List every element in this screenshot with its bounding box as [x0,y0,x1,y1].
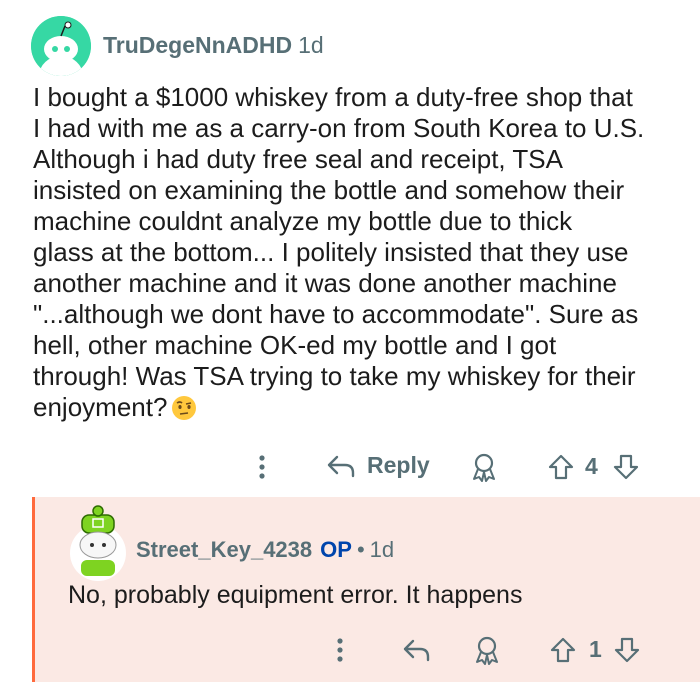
comment-meta: TruDegeNnADHD 1d [103,31,324,59]
reply-comment: Street_Key_4238 OP • 1d No, probably equipm… [32,497,700,682]
more-options-button[interactable] [258,454,266,480]
reply-arrow-icon [327,455,355,477]
upvote-arrow-icon [548,454,574,480]
reply-label: Reply [367,452,430,478]
comment: TruDegeNnADHD 1d I bought a $1000 whiskey… [0,0,700,497]
downvote-arrow-icon [613,454,639,480]
award-button[interactable] [470,453,498,483]
snoo-avatar-icon [31,16,91,76]
reply-arrow-icon [403,639,430,662]
op-badge: OP [320,537,352,562]
upvote-button[interactable] [549,636,577,664]
avatar[interactable] [67,505,129,581]
award-button[interactable] [473,636,501,666]
timestamp: 1d [369,537,395,562]
vote-count: 4 [585,453,598,480]
award-icon [476,636,498,665]
comment-text: I bought a $1000 whiskey from a duty-fre… [33,82,645,422]
more-vertical-icon [337,638,343,662]
comment-body: I bought a $1000 whiskey from a duty-fre… [33,82,683,423]
upvote-arrow-icon [550,637,576,663]
vote-count-value: 1 [589,636,602,662]
raised-eyebrow-emoji-icon [172,396,197,420]
username[interactable]: TruDegeNnADHD [103,32,292,58]
username[interactable]: Street_Key_4238 [136,537,312,562]
downvote-arrow-icon [614,637,640,663]
reply-button[interactable]: Reply [325,452,430,479]
comment-meta: Street_Key_4238 OP • 1d [136,536,394,564]
upvote-button[interactable] [547,453,575,481]
vote-count-value: 4 [585,453,598,479]
comment-actions: Reply 4 [0,450,700,486]
vote-count: 1 [589,636,602,663]
reply-button[interactable] [402,637,432,663]
award-icon [473,453,495,482]
downvote-button[interactable] [613,636,641,664]
timestamp: 1d [298,32,324,58]
more-options-button[interactable] [336,637,344,663]
snoo-avatar-icon [70,505,126,581]
more-vertical-icon [259,455,265,479]
reply-actions: 1 [35,633,700,669]
separator-dot: • [356,537,365,562]
reply-text: No, probably equipment error. It happens [68,581,523,609]
downvote-button[interactable] [612,453,640,481]
avatar[interactable] [31,16,91,76]
